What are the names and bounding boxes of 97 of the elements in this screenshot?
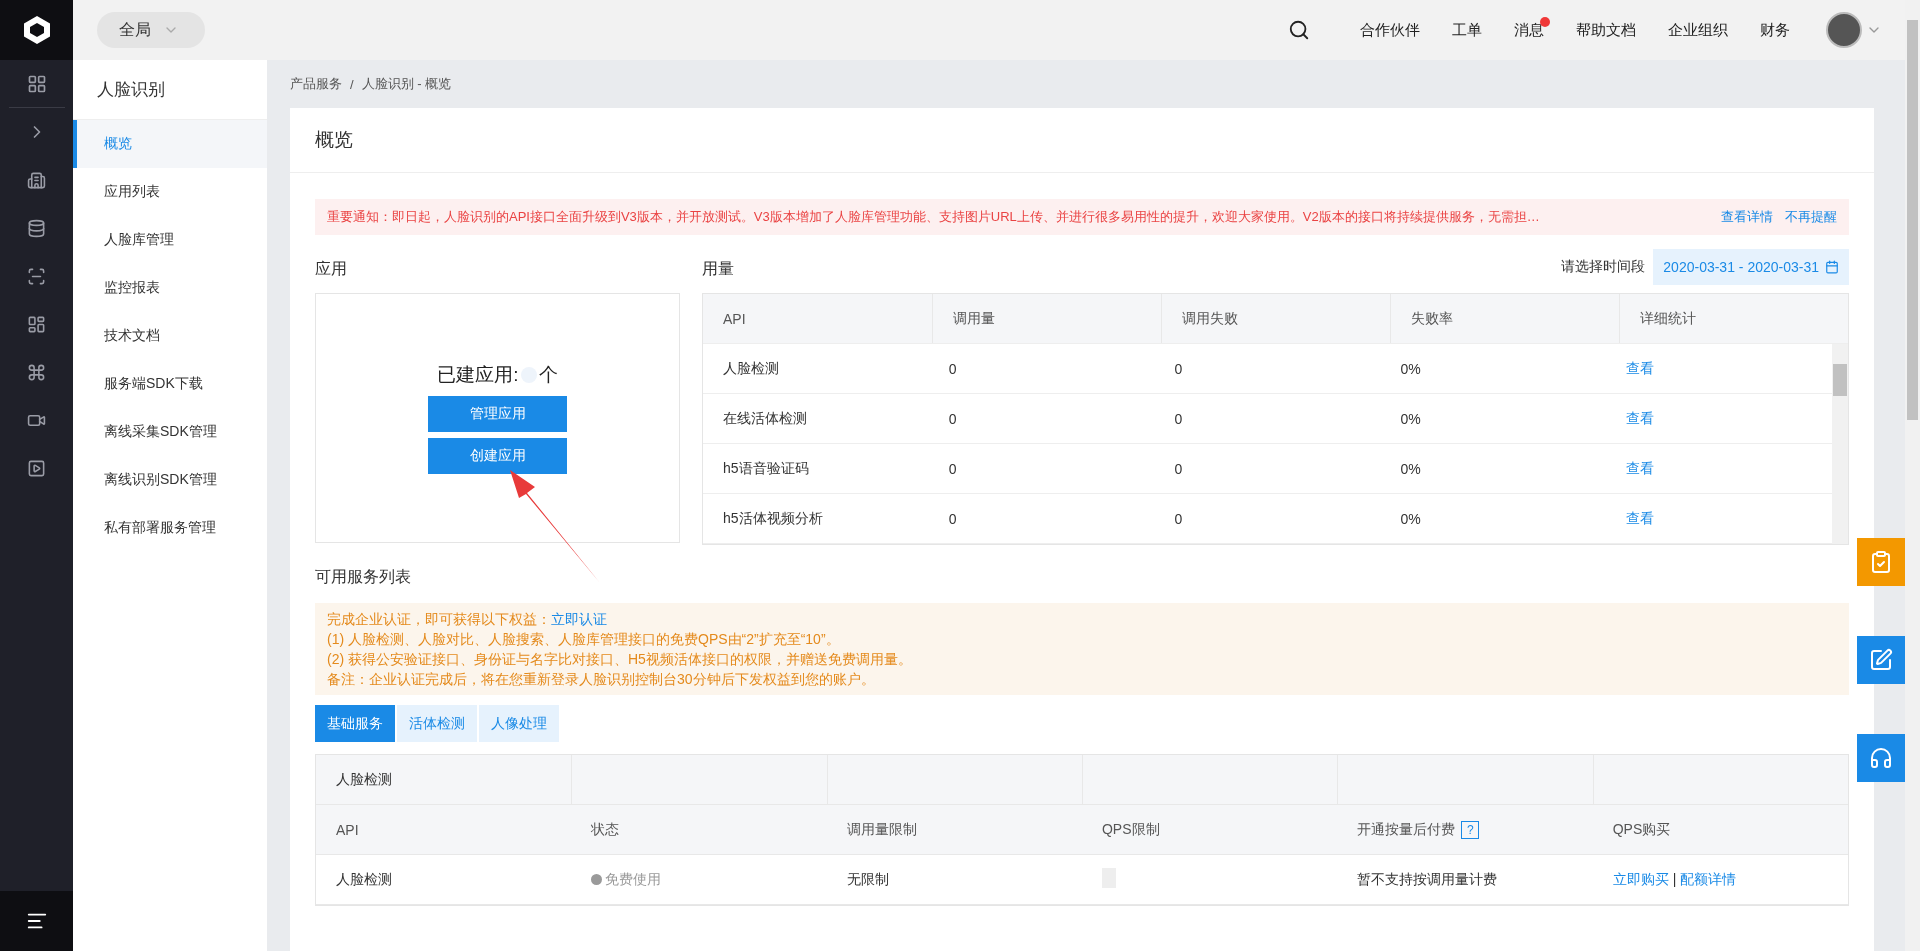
scan-icon[interactable] <box>27 266 46 286</box>
table-cell-text: 0 <box>947 460 958 477</box>
nav-link[interactable]: 工单 <box>1452 20 1482 38</box>
quota-link[interactable]: 配额详情 <box>1680 870 1737 889</box>
column-header: 调用量限制 <box>845 820 918 839</box>
nav-link[interactable]: 财务 <box>1760 20 1790 38</box>
verify-link[interactable]: 立即认证 <box>551 611 607 627</box>
benefit-line: 备注：企业认证完成后，将在您重新登录人脸识别控制台30分钟后下发权益到您的账户。 <box>327 670 876 689</box>
breadcrumb-item[interactable]: 产品服务 <box>290 75 342 93</box>
sidebar-item[interactable]: 概览 <box>73 120 267 168</box>
sidebar-item[interactable]: 离线采集SDK管理 <box>73 408 267 456</box>
sidebar-item[interactable]: 私有部署服务管理 <box>73 504 267 552</box>
breadcrumb-separator: / <box>350 76 354 92</box>
sidebar-item[interactable]: 监控报表 <box>73 264 267 312</box>
table-cell-text: 0 <box>1173 360 1184 377</box>
nav-link[interactable]: 帮助文档 <box>1576 20 1636 38</box>
command-icon[interactable] <box>27 362 46 382</box>
headphones-icon <box>1869 746 1893 770</box>
sidebar-item[interactable]: 人脸库管理 <box>73 216 267 264</box>
nav-link[interactable]: 消息 <box>1514 20 1544 38</box>
view-link[interactable]: 查看 <box>1626 409 1655 426</box>
column-header: 调用量 <box>932 294 1161 343</box>
column-header: API <box>722 309 747 329</box>
table-cell-text: 0 <box>1173 510 1184 527</box>
help-button[interactable]: ? <box>1461 820 1480 839</box>
table-cell-text: 人脸检测 <box>335 870 393 889</box>
dashboard-icon[interactable] <box>27 314 46 334</box>
avatar[interactable] <box>1826 12 1862 48</box>
nav-link[interactable]: 企业组织 <box>1668 20 1728 38</box>
column-header: QPS限制 <box>1101 820 1161 839</box>
section-title: 可用服务列表 <box>315 567 412 587</box>
clipboard-icon <box>1869 550 1893 574</box>
service-tab[interactable]: 活体检测 <box>397 705 477 742</box>
sidebar-item[interactable]: 技术文档 <box>73 312 267 360</box>
page-title: 概览 <box>290 108 1874 173</box>
sidebar-item[interactable]: 应用列表 <box>73 168 267 216</box>
table-cell-text: 0 <box>947 360 958 377</box>
calendar-icon <box>1825 260 1839 274</box>
column-header: 失败率 <box>1390 294 1619 343</box>
notice-link[interactable]: 查看详情 <box>1721 208 1773 226</box>
table-cell-text: 0% <box>1399 360 1422 377</box>
table-cell-text: h5语音验证码 <box>722 459 810 478</box>
service-tab[interactable]: 基础服务 <box>315 705 395 742</box>
table-cell-text: 0% <box>1399 460 1422 477</box>
group-title: 人脸检测 <box>335 770 393 789</box>
support-button[interactable] <box>1857 734 1905 782</box>
buy-link[interactable]: 立即购买 <box>1612 870 1669 889</box>
sidebar-item[interactable]: 服务端SDK下载 <box>73 360 267 408</box>
logo-icon[interactable] <box>22 15 51 45</box>
notice-text: 重要通知：即日起，人脸识别的API接口全面升级到V3版本，并开放测试。V3版本增加了人脸库管理功能、支持图片URL上传、并进行很多易用性的提升，欢迎大家使用。V2版本的接口将持续提供服务，无需担… <box>327 208 1541 226</box>
nav-link[interactable]: 合作伙伴 <box>1360 20 1420 38</box>
building-icon[interactable] <box>27 170 46 190</box>
app-count-label: 已建应用: <box>437 363 519 387</box>
date-range-field[interactable]: 2020-03-31 - 2020-03-31 <box>1653 249 1849 285</box>
view-link[interactable]: 查看 <box>1626 509 1655 526</box>
edit-icon <box>1869 648 1893 672</box>
column-header: API <box>335 821 360 838</box>
grid-icon[interactable] <box>26 73 47 94</box>
breadcrumb-item: 人脸识别 - 概览 <box>361 75 452 93</box>
search-icon[interactable] <box>1288 19 1310 41</box>
app-button[interactable]: 管理应用 <box>428 396 567 432</box>
status-cell: 免费使用 <box>571 870 827 889</box>
table-cell-text: 在线活体检测 <box>722 409 808 428</box>
table-cell-text: 人脸检测 <box>722 359 780 378</box>
benefit-line: (1) 人脸检测、人脸对比、人脸搜索、人脸库管理接口的免费QPS由“2”扩充至“10”。 <box>327 630 841 649</box>
view-link[interactable]: 查看 <box>1626 359 1655 376</box>
scope-dropdown[interactable]: 全局 <box>97 12 205 48</box>
sidebar-item[interactable]: 离线识别SDK管理 <box>73 456 267 504</box>
table-cell-text: 暂不支持按调用量计费 <box>1356 870 1499 889</box>
app-button[interactable]: 创建应用 <box>428 438 567 474</box>
play-icon[interactable] <box>27 458 46 478</box>
column-header: 调用失败 <box>1161 294 1390 343</box>
benefit-line: (2) 获得公安验证接口、身份证与名字比对接口、H5视频活体接口的权限，并赠送免费调用量。 <box>327 650 913 669</box>
column-header: QPS购买 <box>1611 820 1672 839</box>
app-count-unit: 个 <box>538 363 558 387</box>
table-cell-text: h5活体视频分析 <box>722 509 824 528</box>
table-cell-text: 无限制 <box>845 870 890 889</box>
section-title: 用量 <box>702 259 734 279</box>
section-title: 应用 <box>315 259 348 279</box>
column-header: 开通按量后付费 <box>1357 820 1456 839</box>
date-label: 请选择时间段 <box>1561 258 1646 276</box>
service-tab[interactable]: 人像处理 <box>479 705 559 742</box>
edit-button[interactable] <box>1857 636 1905 684</box>
notice-link[interactable]: 不再提醒 <box>1785 208 1837 226</box>
table-cell-text: 0 <box>1173 410 1184 427</box>
table-cell-text: 0 <box>1173 460 1184 477</box>
column-header: 详细统计 <box>1619 294 1848 343</box>
link-separator: | <box>1672 870 1677 889</box>
table-cell-text: 0% <box>1399 510 1422 527</box>
view-link[interactable]: 查看 <box>1626 459 1655 476</box>
scrollbar[interactable] <box>1832 344 1848 544</box>
table-cell-text: 0% <box>1399 410 1422 427</box>
database-icon[interactable] <box>27 218 46 238</box>
table-cell-text: 0 <box>947 410 958 427</box>
column-header: 状态 <box>590 820 621 839</box>
benefits-lead: 完成企业认证，即可获得以下权益： <box>327 611 551 627</box>
table-cell-text: 0 <box>947 510 958 527</box>
